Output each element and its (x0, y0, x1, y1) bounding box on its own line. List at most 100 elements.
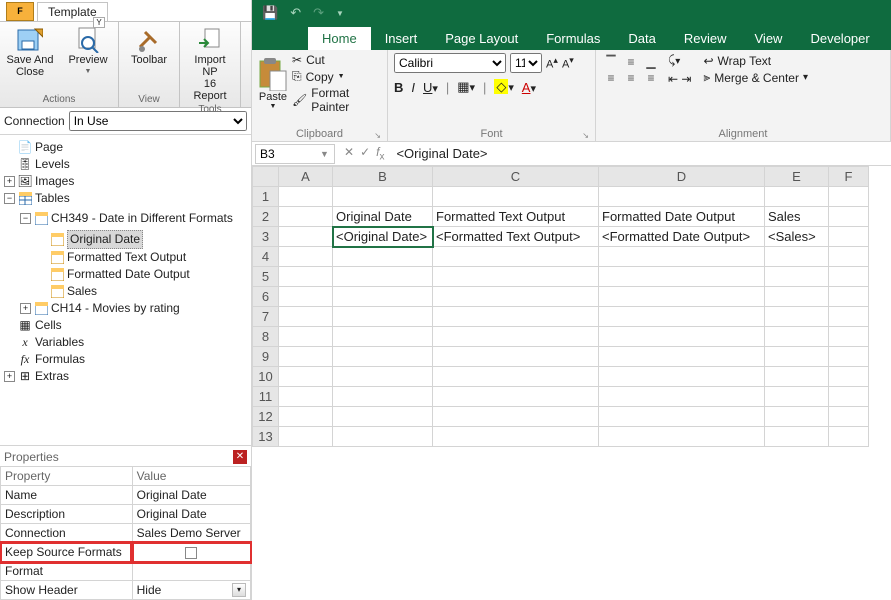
cell[interactable] (765, 367, 829, 387)
tab-insert[interactable]: Insert (371, 27, 432, 50)
cell[interactable] (765, 187, 829, 207)
fx-icon[interactable]: fx (376, 145, 384, 162)
cell[interactable] (829, 227, 869, 247)
cell[interactable] (599, 427, 765, 447)
dropdown-arrow-icon[interactable]: ▼ (316, 149, 333, 159)
align-left-icon[interactable]: ≡ (602, 71, 620, 85)
expand-toggle[interactable]: + (20, 303, 31, 314)
cell[interactable] (765, 267, 829, 287)
row-header[interactable]: 9 (253, 347, 279, 367)
cell[interactable] (599, 367, 765, 387)
tab-page-layout[interactable]: Page Layout (431, 27, 532, 50)
cell[interactable] (829, 407, 869, 427)
cell-selected[interactable]: <Original Date> (333, 227, 433, 247)
cell[interactable] (333, 407, 433, 427)
merge-center-button[interactable]: ⫸Merge & Center▾ (703, 70, 808, 85)
tree-page[interactable]: Page (35, 139, 63, 156)
tree-ch14[interactable]: CH14 - Movies by rating (51, 300, 180, 317)
cell[interactable] (279, 347, 333, 367)
tab-view[interactable]: View (741, 27, 797, 50)
tree-images[interactable]: Images (35, 173, 74, 190)
cell[interactable] (279, 307, 333, 327)
prop-row-show-header[interactable]: Show HeaderHide▾ (1, 581, 251, 600)
cell[interactable] (333, 327, 433, 347)
qat-redo-icon[interactable]: ↷ (313, 5, 324, 21)
row-header[interactable]: 12 (253, 407, 279, 427)
cell[interactable] (279, 327, 333, 347)
row-header[interactable]: 2 (253, 207, 279, 227)
cell[interactable] (279, 387, 333, 407)
row-header[interactable]: 5 (253, 267, 279, 287)
cell[interactable] (599, 407, 765, 427)
cell[interactable] (599, 387, 765, 407)
preview-button[interactable]: Preview ▼ (64, 26, 112, 78)
tab-data[interactable]: Data (614, 27, 669, 50)
row-header[interactable]: 1 (253, 187, 279, 207)
cell[interactable] (599, 287, 765, 307)
row-header[interactable]: 3 (253, 227, 279, 247)
cell[interactable] (433, 187, 599, 207)
cell[interactable] (599, 327, 765, 347)
cell[interactable] (279, 187, 333, 207)
cell[interactable] (279, 267, 333, 287)
font-color-button[interactable]: A▾ (522, 80, 536, 95)
cell[interactable] (279, 407, 333, 427)
dialog-launcher-icon[interactable]: ↘ (582, 131, 589, 140)
cell[interactable] (765, 287, 829, 307)
cell[interactable] (599, 247, 765, 267)
cell[interactable] (279, 227, 333, 247)
font-name-select[interactable]: Calibri (394, 53, 506, 73)
format-painter-button[interactable]: 🖌Format Painter (292, 86, 381, 114)
col-header-a[interactable]: A (279, 167, 333, 187)
row-header[interactable]: 10 (253, 367, 279, 387)
prop-row-description[interactable]: DescriptionOriginal Date (1, 505, 251, 524)
cell[interactable] (829, 387, 869, 407)
tree-cells[interactable]: Cells (35, 317, 62, 334)
col-header-b[interactable]: B (333, 167, 433, 187)
cell[interactable] (433, 407, 599, 427)
cell[interactable] (433, 247, 599, 267)
row-header[interactable]: 11 (253, 387, 279, 407)
tree-formulas[interactable]: Formulas (35, 351, 85, 368)
tree-original-date[interactable]: Original Date (67, 230, 143, 249)
cell[interactable]: Formatted Date Output (599, 207, 765, 227)
increase-indent-icon[interactable]: ⇥ (681, 72, 691, 86)
qat-undo-icon[interactable]: ↶ (290, 5, 301, 21)
tree-tables[interactable]: Tables (35, 190, 70, 207)
qat-customize-icon[interactable]: ▼ (336, 9, 344, 18)
expand-toggle[interactable]: + (4, 371, 15, 382)
increase-font-icon[interactable]: A▴ (546, 55, 558, 71)
cell[interactable] (599, 347, 765, 367)
decrease-indent-icon[interactable]: ⇤ (668, 72, 678, 86)
fill-color-button[interactable]: ◇▾ (494, 79, 513, 95)
font-size-select[interactable]: 11 (510, 53, 542, 73)
tab-formulas[interactable]: Formulas (532, 27, 614, 50)
name-box[interactable]: ▼ (255, 144, 335, 164)
tree-levels[interactable]: Levels (35, 156, 70, 173)
connection-select[interactable]: In Use (69, 111, 247, 131)
dropdown-arrow-icon[interactable]: ▾ (232, 583, 246, 597)
cell[interactable] (829, 347, 869, 367)
cell[interactable] (333, 287, 433, 307)
cell[interactable] (333, 387, 433, 407)
cell[interactable] (765, 247, 829, 267)
cell[interactable] (333, 347, 433, 367)
cut-button[interactable]: ✂Cut (292, 53, 381, 67)
cell[interactable] (433, 427, 599, 447)
cell[interactable]: <Formatted Date Output> (599, 227, 765, 247)
cell[interactable] (599, 187, 765, 207)
template-tree[interactable]: 📄Page 🎚Levels +🖼Images −Tables −CH349 - … (0, 135, 251, 445)
cell[interactable] (333, 247, 433, 267)
cell[interactable] (765, 407, 829, 427)
cell[interactable] (829, 327, 869, 347)
borders-button[interactable]: ▦▾ (457, 79, 475, 95)
col-header-f[interactable]: F (829, 167, 869, 187)
cell[interactable] (333, 267, 433, 287)
tab-template[interactable]: Template Y (37, 2, 108, 21)
collapse-toggle[interactable]: − (20, 213, 31, 224)
cell[interactable] (765, 307, 829, 327)
cell[interactable] (333, 427, 433, 447)
row-header[interactable]: 7 (253, 307, 279, 327)
tab-developer[interactable]: Developer (796, 27, 883, 50)
wrap-text-button[interactable]: ↩Wrap Text (703, 54, 808, 68)
